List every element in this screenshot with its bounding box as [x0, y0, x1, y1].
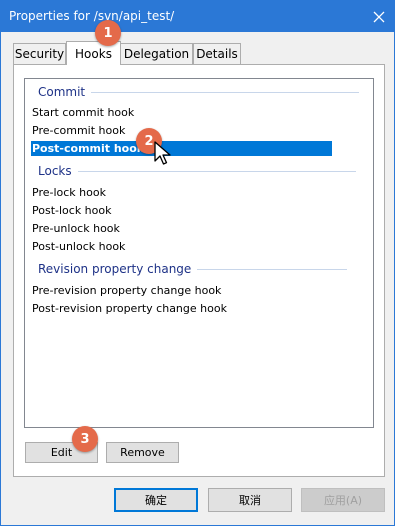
list-item-post-lock-hook[interactable]: Post-lock hook [31, 203, 112, 218]
list-item-post-unlock-hook[interactable]: Post-unlock hook [31, 239, 125, 254]
list-item-post-revision-property-change-hook[interactable]: Post-revision property change hook [31, 301, 227, 316]
apply-button[interactable]: 应用(A) [301, 488, 385, 512]
hooks-panel: Commit Start commit hook Pre-commit hook… [13, 64, 385, 477]
tab-delegation[interactable]: Delegation [120, 43, 193, 64]
list-item-pre-lock-hook[interactable]: Pre-lock hook [31, 185, 106, 200]
properties-dialog: Properties for /svn/api_test/ Security H… [0, 0, 395, 526]
close-icon [373, 11, 385, 22]
group-header-locks: Locks [38, 163, 356, 179]
step-badge-1: 1 [95, 20, 121, 46]
list-item-post-commit-hook[interactable]: Post-commit hook [31, 141, 332, 156]
tab-security[interactable]: Security [13, 43, 66, 64]
group-header-commit: Commit [38, 84, 360, 100]
cancel-button[interactable]: 取消 [208, 488, 292, 512]
list-item-pre-commit-hook[interactable]: Pre-commit hook [31, 123, 125, 138]
group-divider [77, 170, 356, 172]
list-item-pre-revision-property-change-hook[interactable]: Pre-revision property change hook [31, 283, 221, 298]
window-title: Properties for /svn/api_test/ [9, 9, 175, 23]
close-button[interactable] [364, 1, 394, 32]
remove-button[interactable]: Remove [106, 442, 179, 463]
group-divider [91, 91, 360, 93]
mouse-pointer-icon [154, 141, 171, 165]
hooks-list[interactable]: Commit Start commit hook Pre-commit hook… [24, 78, 374, 428]
tab-details[interactable]: Details [193, 43, 241, 64]
title-bar[interactable]: Properties for /svn/api_test/ [1, 1, 394, 32]
list-item-start-commit-hook[interactable]: Start commit hook [31, 105, 134, 120]
list-item-pre-unlock-hook[interactable]: Pre-unlock hook [31, 221, 120, 236]
group-header-revision-property-change: Revision property change [38, 261, 348, 277]
step-badge-3: 3 [72, 426, 98, 452]
ok-button[interactable]: 确定 [114, 488, 198, 512]
group-divider [197, 268, 348, 270]
